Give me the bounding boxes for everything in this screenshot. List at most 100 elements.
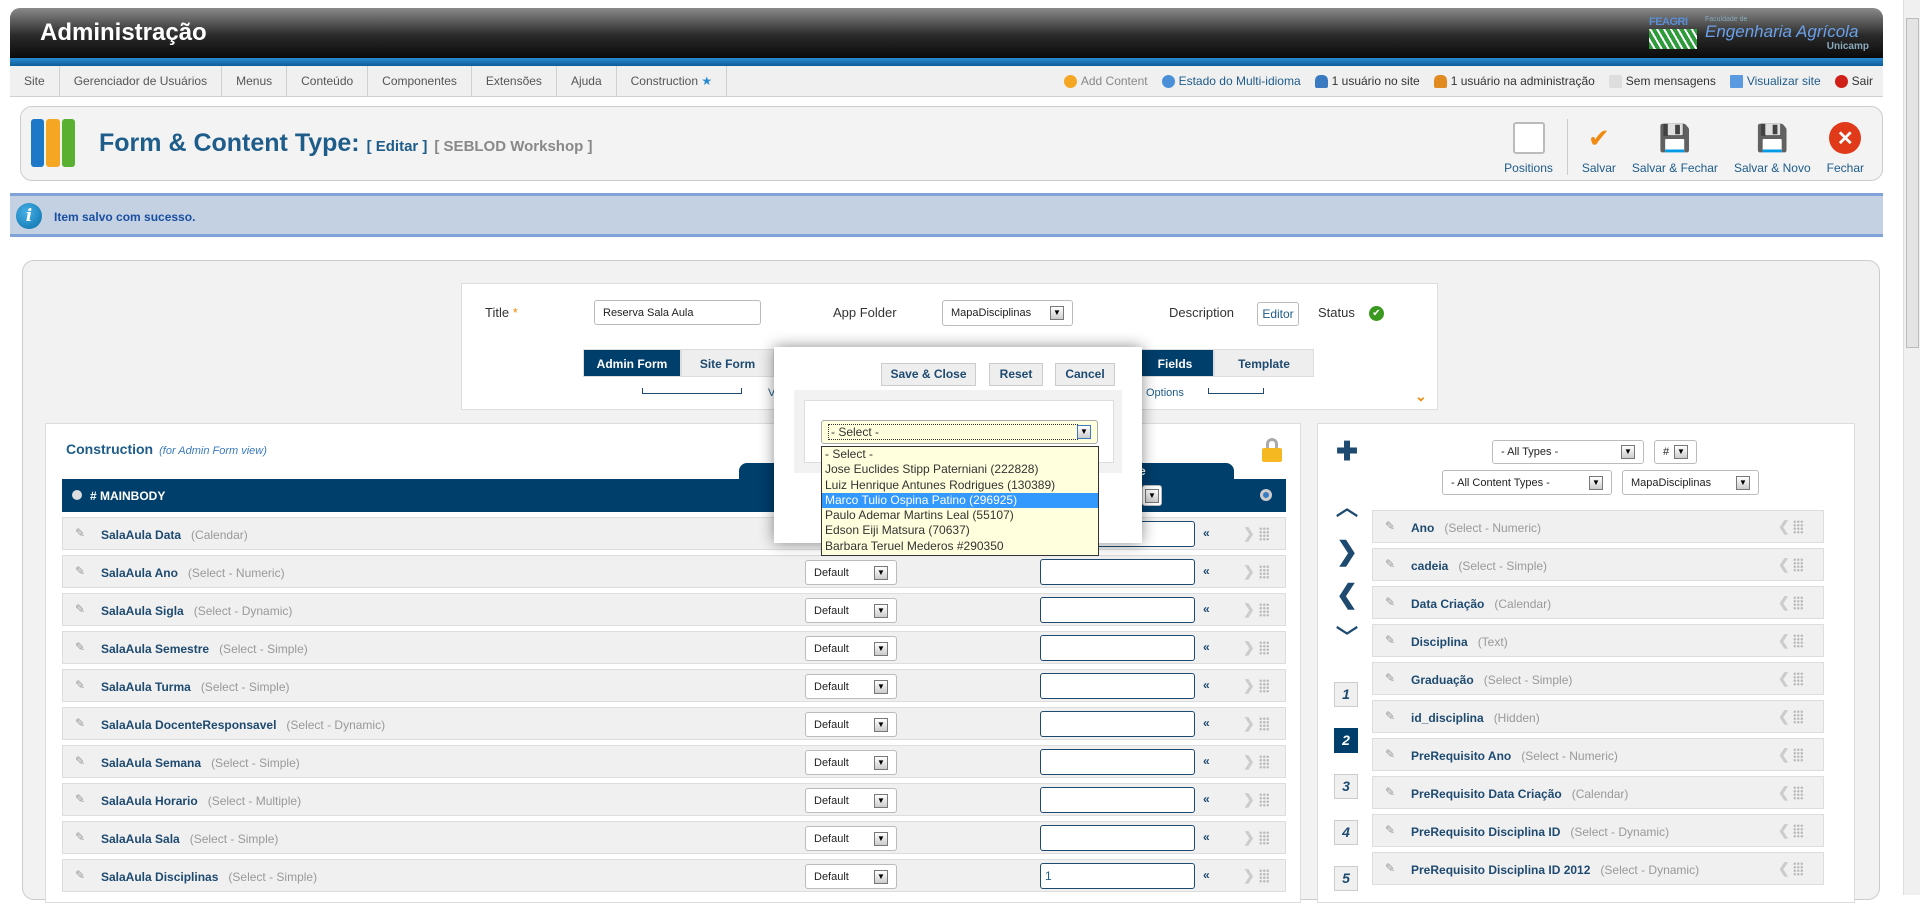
chevron-left-icon[interactable]: ❮ <box>1778 670 1790 687</box>
save-new-button[interactable]: 💾 Salvar & Novo <box>1726 122 1819 176</box>
move-left-icon[interactable]: « <box>1203 602 1210 616</box>
pencil-icon[interactable]: ✎ <box>1385 861 1395 875</box>
close-button[interactable]: ✕ Fechar <box>1819 122 1872 175</box>
menu-construction[interactable]: Construction ★ <box>617 65 728 97</box>
field-value-input[interactable] <box>1040 597 1195 623</box>
drag-handle-icon[interactable] <box>1793 520 1803 534</box>
field-value-input[interactable]: 1 <box>1040 863 1195 889</box>
dropdown-option[interactable]: Luiz Henrique Antunes Rodrigues (130389) <box>822 478 1098 493</box>
responsible-select[interactable]: - Select - ▼ <box>821 420 1098 444</box>
drag-handle-icon[interactable] <box>1793 824 1803 838</box>
save-button[interactable]: ✔ Salvar <box>1574 122 1624 176</box>
construction-field-row[interactable]: ✎ SalaAula Semana (Select - Simple) Defau… <box>62 745 1286 778</box>
move-left-icon[interactable]: « <box>1203 678 1210 692</box>
library-field-row[interactable]: ✎ PreRequisito Disciplina ID 2012 (Select… <box>1372 852 1824 885</box>
chevron-right-icon[interactable]: ❯ <box>1243 867 1255 884</box>
tab-site-form[interactable]: Site Form <box>681 349 774 377</box>
folder-filter-select[interactable]: MapaDisciplinas ▼ <box>1622 470 1759 495</box>
drag-handle-icon[interactable] <box>1793 710 1803 724</box>
chevron-left-icon[interactable]: ❮ <box>1778 860 1790 877</box>
add-content-link[interactable]: Add Content <box>1063 74 1148 88</box>
drag-handle-icon[interactable] <box>1259 603 1269 617</box>
field-value-input[interactable] <box>1040 673 1195 699</box>
app-folder-select[interactable]: MapaDisciplinas ▼ <box>942 300 1073 326</box>
type-filter-select[interactable]: - All Types - ▼ <box>1492 440 1644 464</box>
field-value-input[interactable] <box>1040 825 1195 851</box>
move-left-icon[interactable]: « <box>1203 868 1210 882</box>
chevron-left-icon[interactable]: ❮ <box>1778 708 1790 725</box>
multilang-link[interactable]: Estado do Multi-idioma <box>1161 74 1301 88</box>
plus-icon[interactable]: ✚ <box>1335 436 1359 467</box>
mode-select[interactable]: Default ▼ <box>805 864 897 889</box>
page-4-button[interactable]: 4 <box>1334 820 1358 845</box>
mode-select[interactable]: Default ▼ <box>805 560 897 585</box>
drag-handle-icon[interactable] <box>1259 641 1269 655</box>
library-field-row[interactable]: ✎ PreRequisito Ano (Select - Numeric) ❮ <box>1372 738 1824 771</box>
menu-users[interactable]: Gerenciador de Usuários <box>60 65 223 97</box>
menu-menus[interactable]: Menus <box>222 65 288 97</box>
drag-handle-icon[interactable] <box>1259 831 1269 845</box>
drag-handle-icon[interactable] <box>1793 748 1803 762</box>
page-5-button[interactable]: 5 <box>1334 866 1358 891</box>
move-left-icon[interactable]: « <box>1203 754 1210 768</box>
library-field-row[interactable]: ✎ cadeia (Select - Simple) ❮ <box>1372 548 1824 581</box>
dropdown-option[interactable]: Edson Eiji Matsura (70637) <box>822 523 1098 538</box>
tab-admin-form[interactable]: Admin Form <box>583 349 681 377</box>
move-left-icon[interactable]: « <box>1203 830 1210 844</box>
pencil-icon[interactable]: ✎ <box>1385 633 1395 647</box>
menu-content[interactable]: Conteúdo <box>287 65 369 97</box>
mode-select[interactable]: Default ▼ <box>805 674 897 699</box>
pencil-icon[interactable]: ✎ <box>1385 709 1395 723</box>
pencil-icon[interactable]: ✎ <box>75 716 85 730</box>
move-left-icon[interactable]: « <box>1203 792 1210 806</box>
chevron-down-icon[interactable]: ﹀ <box>1335 620 1359 652</box>
field-value-input[interactable] <box>1040 711 1195 737</box>
pencil-icon[interactable]: ✎ <box>1385 747 1395 761</box>
mode-select[interactable]: Default ▼ <box>805 788 897 813</box>
chevron-right-icon[interactable]: ❯ <box>1243 753 1255 770</box>
move-left-icon[interactable]: « <box>1203 564 1210 578</box>
mode-select[interactable]: Default ▼ <box>805 598 897 623</box>
chevron-right-icon[interactable]: ❯ <box>1243 829 1255 846</box>
pencil-icon[interactable]: ✎ <box>75 602 85 616</box>
cancel-button[interactable]: Cancel <box>1055 363 1115 386</box>
drag-handle-icon[interactable] <box>1259 793 1269 807</box>
drag-handle-icon[interactable] <box>1259 755 1269 769</box>
pencil-icon[interactable]: ✎ <box>75 830 85 844</box>
messages-link[interactable]: Sem mensagens <box>1608 74 1716 88</box>
pencil-icon[interactable]: ✎ <box>75 754 85 768</box>
view-site-link[interactable]: Visualizar site <box>1729 74 1821 88</box>
chevron-left-icon[interactable]: ❮ <box>1778 784 1790 801</box>
mode-select[interactable]: Default ▼ <box>805 826 897 851</box>
chevron-right-icon[interactable]: ❯ <box>1243 525 1255 542</box>
construction-field-row[interactable]: ✎ SalaAula Ano (Select - Numeric) Default… <box>62 555 1286 588</box>
field-value-input[interactable] <box>1040 787 1195 813</box>
title-input[interactable]: Reserva Sala Aula <box>594 300 761 325</box>
chevron-left-icon[interactable]: ❮ <box>1778 594 1790 611</box>
chevron-right-icon[interactable]: ❯ <box>1243 715 1255 732</box>
dropdown-option[interactable]: Jose Euclides Stipp Paterniani (222828) <box>822 462 1098 477</box>
page-2-button[interactable]: 2 <box>1334 728 1358 753</box>
chevron-right-icon[interactable]: ❯ <box>1243 791 1255 808</box>
chevron-right-icon[interactable]: ❯ <box>1243 563 1255 580</box>
page-scrollbar[interactable] <box>1903 0 1920 895</box>
mode-select[interactable]: Default ▼ <box>805 636 897 661</box>
drag-handle-icon[interactable] <box>1259 565 1269 579</box>
hash-filter-select[interactable]: # ▼ <box>1654 440 1697 464</box>
pencil-icon[interactable]: ✎ <box>1385 823 1395 837</box>
library-field-row[interactable]: ✎ Ano (Select - Numeric) ❮ <box>1372 510 1824 543</box>
move-left-icon[interactable]: « <box>1203 640 1210 654</box>
chevron-left-icon[interactable]: ❮ <box>1778 556 1790 573</box>
field-value-input[interactable] <box>1040 635 1195 661</box>
page-3-button[interactable]: 3 <box>1334 774 1358 799</box>
construction-field-row[interactable]: ✎ SalaAula Disciplinas (Select - Simple) … <box>62 859 1286 892</box>
pencil-icon[interactable]: ✎ <box>75 526 85 540</box>
construction-field-row[interactable]: ✎ SalaAula Horario (Select - Multiple) De… <box>62 783 1286 816</box>
content-type-filter-select[interactable]: - All Content Types - ▼ <box>1442 470 1612 495</box>
pencil-icon[interactable]: ✎ <box>1385 671 1395 685</box>
chevron-down-icon[interactable]: ⌄ <box>1415 388 1427 405</box>
drag-handle-icon[interactable] <box>1793 672 1803 686</box>
page-1-button[interactable]: 1 <box>1334 682 1358 707</box>
pencil-icon[interactable]: ✎ <box>1385 595 1395 609</box>
pencil-icon[interactable]: ✎ <box>75 678 85 692</box>
